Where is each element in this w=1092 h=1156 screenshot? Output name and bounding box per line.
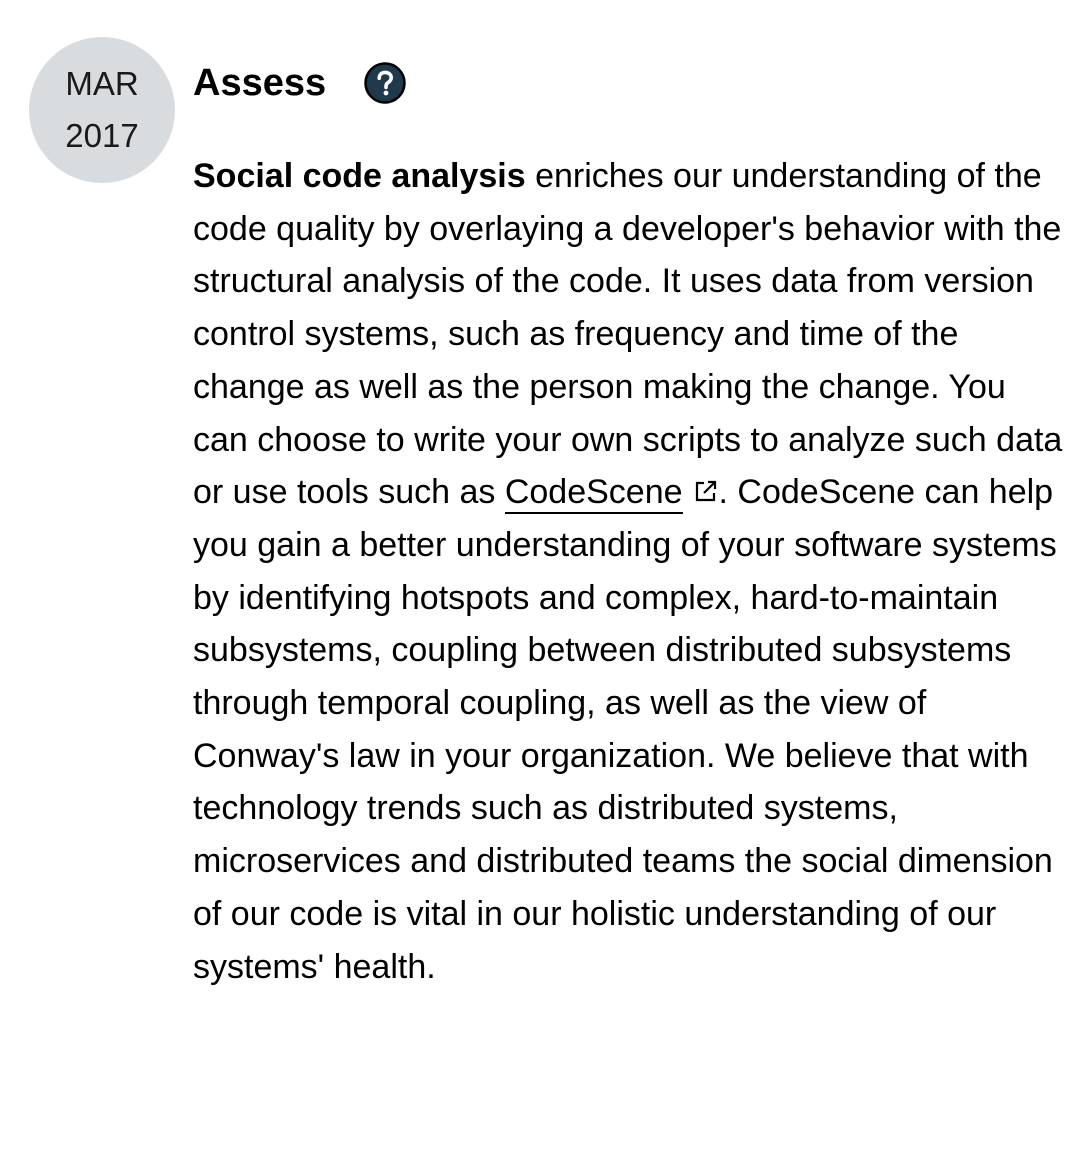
ring-title: Assess bbox=[193, 62, 327, 104]
date-year: 2017 bbox=[65, 117, 139, 154]
help-circle-icon[interactable] bbox=[364, 62, 406, 104]
date-badge: MAR 2017 bbox=[29, 37, 175, 183]
blip-title: Social code analysis bbox=[193, 157, 526, 195]
blip-header: Assess bbox=[193, 58, 406, 108]
blip-description: Social code analysis enriches our unders… bbox=[193, 150, 1063, 993]
date-month: MAR bbox=[65, 65, 139, 102]
description-text-before-link: enriches our understanding of the code q… bbox=[193, 157, 1063, 512]
external-link-icon[interactable] bbox=[693, 467, 719, 502]
codescene-link[interactable]: CodeScene bbox=[504, 473, 683, 515]
description-text-after-link: . CodeScene can help you gain a better u… bbox=[193, 473, 1057, 986]
